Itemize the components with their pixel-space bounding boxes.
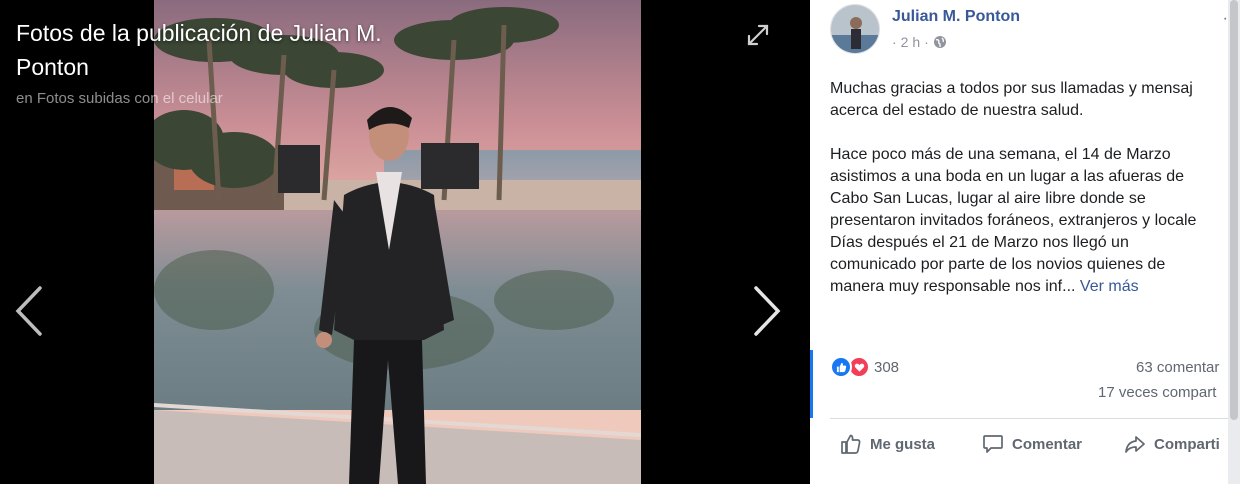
- divider: [830, 418, 1230, 419]
- album-link[interactable]: en Fotos subidas con el celular: [16, 90, 456, 107]
- scrollbar-thumb[interactable]: [1230, 0, 1238, 420]
- focus-indicator: [810, 350, 813, 418]
- meta-separator: ·: [892, 34, 897, 50]
- comments-count[interactable]: 63 comentar: [1136, 359, 1219, 376]
- post-line: Cabo San Lucas, lugar al aire libre dond…: [830, 190, 1146, 207]
- post-line: Días después el 21 de Marzo nos llegó un: [830, 234, 1129, 251]
- post-line: acerca del estado de nuestra salud.: [830, 102, 1084, 119]
- thumbs-up-icon: [841, 434, 861, 454]
- see-more-link[interactable]: Ver más: [1080, 278, 1139, 295]
- comment-icon: [983, 435, 1003, 453]
- reactions-summary[interactable]: 308: [830, 356, 899, 378]
- comment-button[interactable]: Comentar: [982, 430, 1082, 458]
- meta-separator: ·: [924, 34, 929, 50]
- expand-icon[interactable]: [745, 22, 771, 48]
- post-panel: Julian M. Ponton · 2 h · · Muchas gracia…: [810, 0, 1240, 484]
- like-reaction-icon: [830, 356, 852, 378]
- post-header: Julian M. Ponton · 2 h · ·: [830, 4, 1230, 56]
- share-button[interactable]: Comparti: [1124, 430, 1220, 458]
- post-line: Hace poco más de una semana, el 14 de Ma…: [830, 146, 1171, 163]
- like-label: Me gusta: [870, 435, 936, 453]
- share-icon: [1125, 436, 1145, 453]
- chevron-right-icon[interactable]: [752, 285, 782, 337]
- like-button[interactable]: Me gusta: [840, 430, 935, 458]
- post-line: comunicado por parte de los novios quien…: [830, 256, 1166, 273]
- share-label: Comparti: [1154, 435, 1220, 453]
- post-meta: · 2 h ·: [892, 34, 947, 50]
- post-paragraph-2: Hace poco más de una semana, el 14 de Ma…: [830, 144, 1230, 298]
- photo-viewer: Fotos de la publicación de Julian M. Pon…: [0, 0, 810, 484]
- avatar[interactable]: [830, 4, 880, 54]
- comment-label: Comentar: [1012, 435, 1083, 453]
- author-name[interactable]: Julian M. Ponton: [892, 8, 1020, 26]
- globe-icon[interactable]: [933, 35, 947, 49]
- scrollbar[interactable]: [1228, 0, 1240, 484]
- post-line: Muchas gracias a todos por sus llamadas …: [830, 80, 1193, 97]
- post-line: presentaron invitados foráneos, extranje…: [830, 212, 1197, 229]
- post-line: manera muy responsable nos inf...: [830, 278, 1076, 295]
- reactions-count: 308: [874, 358, 900, 376]
- chevron-left-icon[interactable]: [14, 285, 44, 337]
- viewer-title: Fotos de la publicación de Julian M. Pon…: [16, 20, 382, 80]
- post-line: asistimos a una boda en un lugar a las a…: [830, 168, 1185, 185]
- post-time[interactable]: 2 h: [901, 34, 920, 50]
- photo-title-overlay: Fotos de la publicación de Julian M. Pon…: [16, 16, 456, 107]
- post-paragraph-1: Muchas gracias a todos por sus llamadas …: [830, 78, 1230, 122]
- post-body: Muchas gracias a todos por sus llamadas …: [830, 78, 1230, 320]
- shares-count[interactable]: 17 veces compart: [1098, 384, 1216, 401]
